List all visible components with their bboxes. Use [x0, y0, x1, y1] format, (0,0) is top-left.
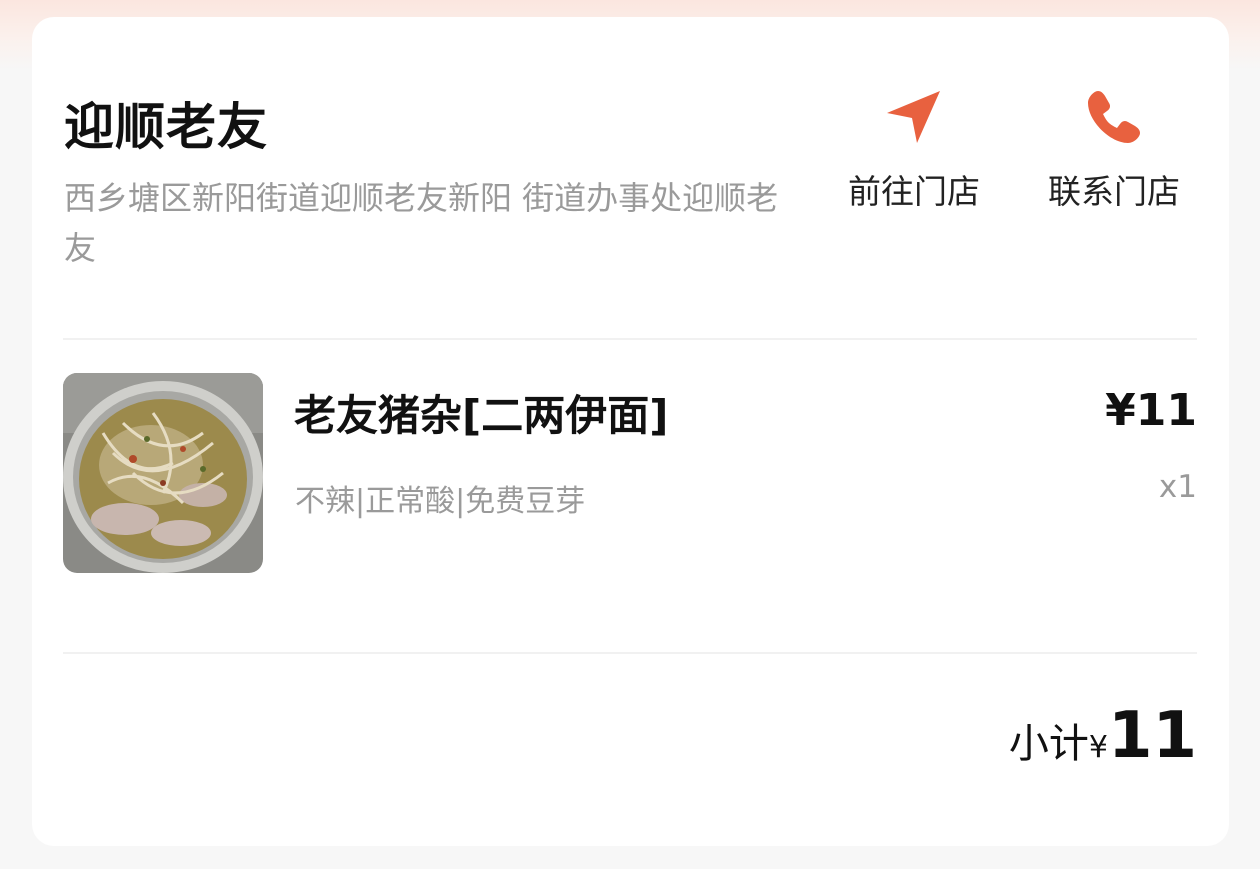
item-price: ¥11 [1105, 385, 1197, 436]
subtotal-currency: ¥ [1088, 730, 1108, 765]
order-store-card: 迎顺老友 西乡塘区新阳街道迎顺老友新阳 街道办事处迎顺老友 前往门店 联系门店 [32, 17, 1229, 846]
subtotal-amount: 11 [1107, 699, 1197, 773]
store-address: 西乡塘区新阳街道迎顺老友新阳 街道办事处迎顺老友 [64, 179, 779, 267]
subtotal-label: 小计 [1008, 721, 1089, 767]
item-name: 老友猪杂[二两伊面] [294, 391, 669, 440]
divider [63, 652, 1197, 654]
phone-icon [1088, 91, 1140, 143]
contact-label: 联系门店 [1048, 172, 1180, 211]
item-options: 不辣|正常酸|免费豆芽 [295, 484, 586, 519]
navigate-to-store-button[interactable]: 前往门店 [834, 85, 994, 213]
navigation-arrow-icon [887, 91, 940, 143]
contact-store-button[interactable]: 联系门店 [1034, 85, 1194, 213]
subtotal: 小计¥11 [1009, 699, 1197, 773]
item-quantity: x1 [1158, 469, 1197, 505]
navigate-label: 前往门店 [848, 172, 980, 211]
noodle-soup-illustration [63, 373, 263, 573]
divider [63, 338, 1197, 340]
store-name: 迎顺老友 [64, 98, 268, 156]
item-image [63, 373, 263, 573]
